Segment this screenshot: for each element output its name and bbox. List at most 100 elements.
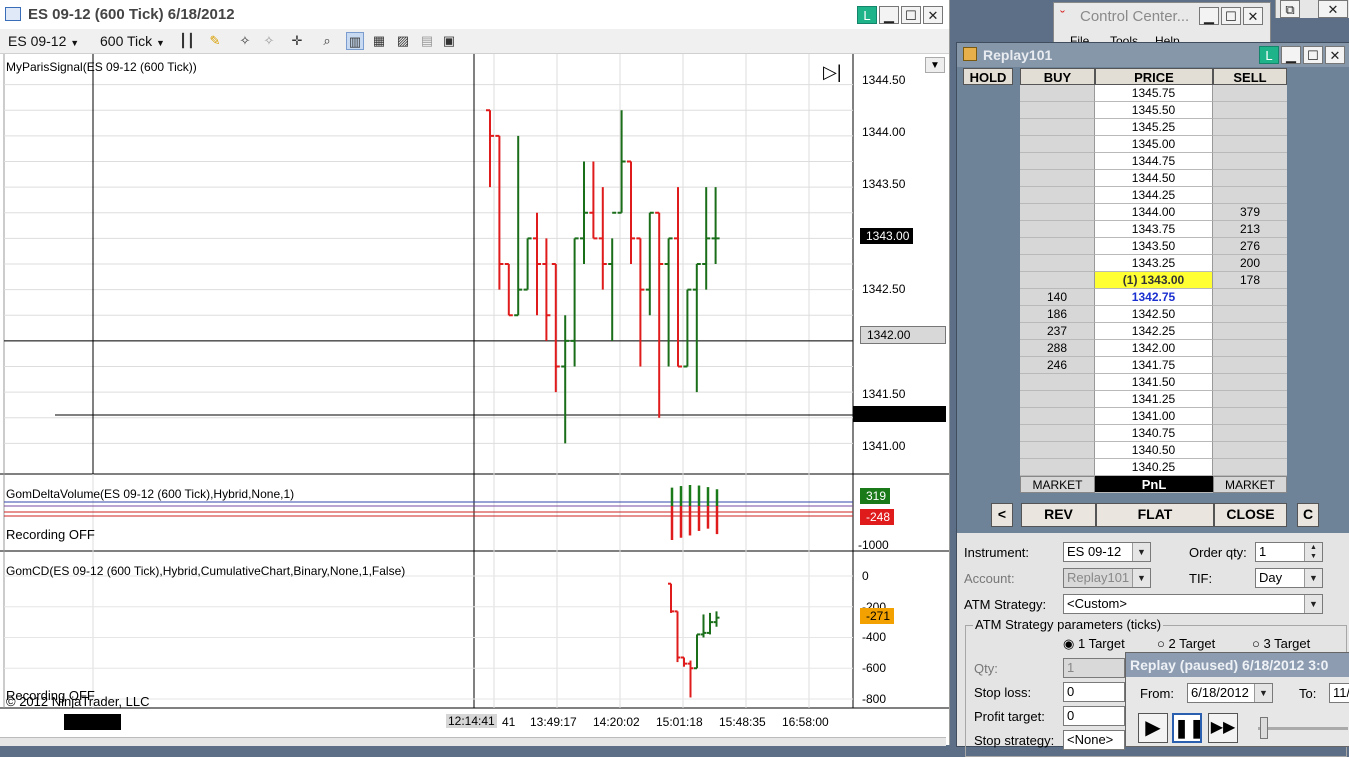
buy-cell[interactable] — [1020, 391, 1095, 408]
buy-cell[interactable] — [1020, 374, 1095, 391]
atm-field[interactable]: <Custom> ▼ — [1063, 594, 1323, 614]
buy-cell[interactable] — [1020, 136, 1095, 153]
sell-cell[interactable] — [1213, 442, 1287, 459]
sell-cell[interactable]: 276 — [1213, 238, 1287, 255]
sell-cell[interactable]: 213 — [1213, 221, 1287, 238]
layout-icon[interactable]: ▣ — [440, 32, 458, 50]
target1-radio[interactable]: ◉ 1 Target — [1063, 636, 1125, 652]
bar-type-icon[interactable]: ┃┃ — [178, 32, 196, 50]
from-date-field[interactable]: 6/18/2012 ▼ — [1187, 683, 1273, 703]
instrument-selector[interactable]: ES 09-12 ▼ — [8, 30, 79, 54]
sell-cell[interactable] — [1213, 357, 1287, 374]
sell-cell[interactable] — [1213, 136, 1287, 153]
sell-cell[interactable] — [1213, 170, 1287, 187]
sell-cell[interactable] — [1213, 153, 1287, 170]
sell-cell[interactable]: 379 — [1213, 204, 1287, 221]
properties-icon[interactable]: ▤ — [418, 32, 436, 50]
dom-minimize-button[interactable]: ▁ — [1281, 46, 1301, 64]
crosshair-icon[interactable]: ✛ — [288, 32, 306, 50]
minimize-button[interactable]: ▁ — [879, 6, 899, 24]
chart-titlebar[interactable]: ES 09-12 (600 Tick) 6/18/2012 L ▁ ☐ ✕ — [0, 0, 949, 31]
pause-button[interactable]: ❚❚ — [1172, 713, 1204, 743]
target2-radio[interactable]: ○ 2 Target — [1157, 636, 1215, 651]
cc-minimize-button[interactable]: ▁ — [1199, 7, 1219, 25]
flat-button[interactable]: FLAT — [1096, 503, 1214, 527]
stopstrat-field[interactable]: <None> — [1063, 730, 1125, 750]
qty-field[interactable]: 1 — [1063, 658, 1125, 678]
play-button[interactable]: ▶ — [1138, 713, 1168, 743]
close-button[interactable]: ✕ — [923, 6, 943, 24]
dom-link-icon[interactable]: L — [1259, 46, 1279, 64]
sell-cell[interactable] — [1213, 323, 1287, 340]
sell-cell[interactable] — [1213, 289, 1287, 306]
buy-cell[interactable] — [1020, 255, 1095, 272]
replay-slider-handle[interactable] — [1260, 717, 1268, 739]
target3-radio[interactable]: ○ 3 Target — [1252, 636, 1310, 651]
sell-cell[interactable] — [1213, 391, 1287, 408]
scroll-menu-button[interactable]: ▼ — [925, 57, 945, 73]
left-arrow-button[interactable]: < — [991, 503, 1013, 527]
dom-titlebar[interactable]: Replay101 L ▁ ☐ ✕ — [957, 43, 1349, 67]
pnl-display[interactable]: PnL — [1095, 476, 1213, 493]
sell-cell[interactable] — [1213, 85, 1287, 102]
chart-trader-icon[interactable]: ▥ — [346, 32, 364, 50]
buy-market-button[interactable]: MARKET — [1020, 476, 1095, 493]
pencil-icon[interactable]: ✎ — [206, 32, 224, 50]
buy-cell[interactable] — [1020, 204, 1095, 221]
sell-cell[interactable] — [1213, 340, 1287, 357]
sell-cell[interactable] — [1213, 459, 1287, 476]
sell-cell[interactable] — [1213, 306, 1287, 323]
data-box-icon[interactable]: ▦ — [370, 32, 388, 50]
buy-cell[interactable] — [1020, 442, 1095, 459]
pin-icon[interactable]: ✧ — [260, 32, 278, 50]
sell-cell[interactable] — [1213, 119, 1287, 136]
sell-cell[interactable]: 178 — [1213, 272, 1287, 289]
buy-cell[interactable]: 186 — [1020, 306, 1095, 323]
buy-cell[interactable] — [1020, 425, 1095, 442]
instrument-field[interactable]: ES 09-12 ▼ — [1063, 542, 1151, 562]
buy-cell[interactable]: 237 — [1020, 323, 1095, 340]
period-selector[interactable]: 600 Tick ▼ — [100, 30, 165, 54]
bg-close-button[interactable]: ✕ — [1318, 0, 1348, 18]
rev-button[interactable]: REV — [1021, 503, 1096, 527]
account-field[interactable]: Replay101 ▼ — [1063, 568, 1151, 588]
buy-cell[interactable]: 288 — [1020, 340, 1095, 357]
to-date-field[interactable]: 11/ — [1329, 683, 1349, 703]
sell-cell[interactable] — [1213, 187, 1287, 204]
replay-speed-slider[interactable] — [1258, 727, 1348, 730]
sell-cell[interactable] — [1213, 374, 1287, 391]
buy-cell[interactable] — [1020, 119, 1095, 136]
control-center-title[interactable]: Control Center... — [1080, 8, 1189, 25]
buy-cell[interactable] — [1020, 238, 1095, 255]
sell-cell[interactable] — [1213, 102, 1287, 119]
buy-cell[interactable] — [1020, 459, 1095, 476]
buy-cell[interactable]: 246 — [1020, 357, 1095, 374]
strategy-icon[interactable]: ✧ — [236, 32, 254, 50]
c-button[interactable]: C — [1297, 503, 1319, 527]
hold-header[interactable]: HOLD — [963, 68, 1013, 85]
sell-cell[interactable] — [1213, 408, 1287, 425]
sell-market-button[interactable]: MARKET — [1213, 476, 1287, 493]
skip-to-end-icon[interactable]: ▷| — [823, 63, 842, 81]
orderqty-stepper[interactable]: 1 ▲ ▼ — [1255, 542, 1323, 562]
chart-canvas[interactable] — [0, 54, 949, 744]
indicators-icon[interactable]: ▨ — [394, 32, 412, 50]
buy-cell[interactable] — [1020, 187, 1095, 204]
buy-cell[interactable] — [1020, 85, 1095, 102]
buy-cell[interactable]: 140 — [1020, 289, 1095, 306]
buy-cell[interactable] — [1020, 272, 1095, 289]
dom-close-button[interactable]: ✕ — [1325, 46, 1345, 64]
zoom-icon[interactable]: ⌕ — [318, 32, 336, 50]
link-icon[interactable]: L — [857, 6, 877, 24]
buy-cell[interactable] — [1020, 153, 1095, 170]
cc-close-button[interactable]: ✕ — [1243, 7, 1263, 25]
spin-icon[interactable]: ▲ ▼ — [1304, 543, 1322, 561]
buy-cell[interactable] — [1020, 170, 1095, 187]
sell-cell[interactable]: 200 — [1213, 255, 1287, 272]
stoploss-field[interactable]: 0 — [1063, 682, 1125, 702]
maximize-button[interactable]: ☐ — [901, 6, 921, 24]
buy-cell[interactable] — [1020, 221, 1095, 238]
buy-cell[interactable] — [1020, 408, 1095, 425]
cc-maximize-button[interactable]: ☐ — [1221, 7, 1241, 25]
sell-cell[interactable] — [1213, 425, 1287, 442]
